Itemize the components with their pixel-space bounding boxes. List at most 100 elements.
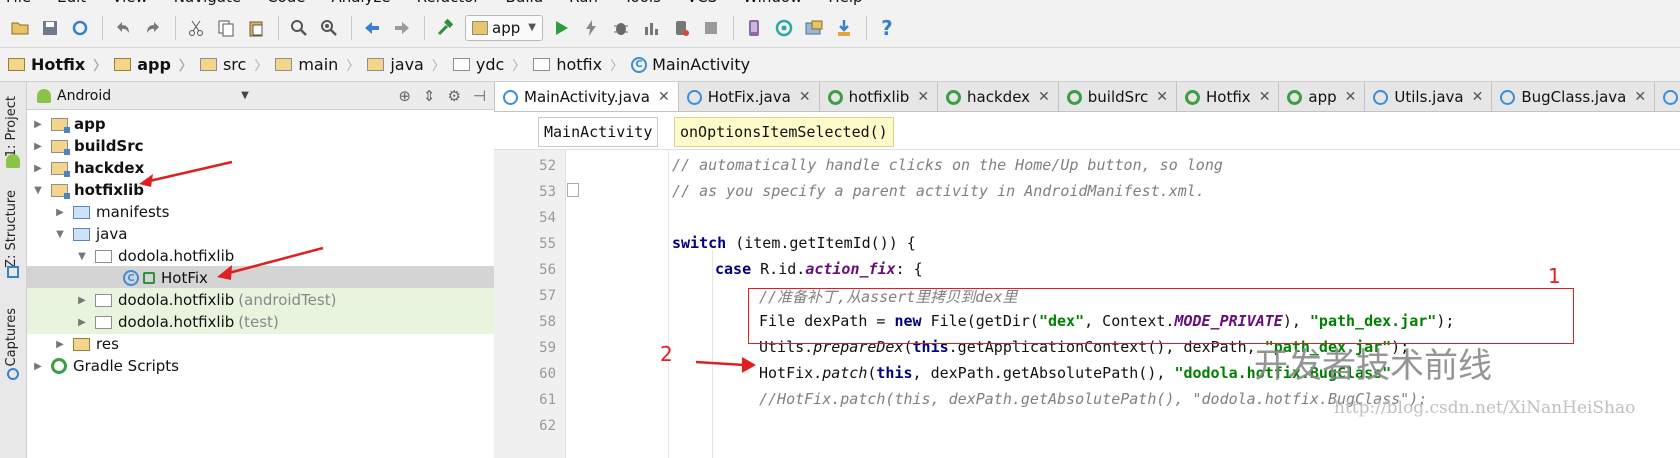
menu-item-file[interactable]: File	[6, 0, 31, 6]
collapse-arrow-icon[interactable]: ▼	[31, 185, 45, 196]
side-tab-project[interactable]: 1: Project	[4, 96, 19, 157]
copy-icon[interactable]	[212, 14, 240, 42]
build-hammer-icon[interactable]	[431, 14, 459, 42]
close-icon[interactable]: ✕	[799, 89, 811, 105]
tree-item-hotfixlib[interactable]: ▼ hotfixlib	[27, 178, 494, 202]
tab-app[interactable]: app ✕	[1279, 82, 1366, 111]
gear-icon[interactable]: ⚙	[447, 87, 460, 105]
close-icon[interactable]: ✕	[1634, 89, 1646, 105]
menu-item-vcs[interactable]: VCS	[687, 0, 717, 6]
expand-arrow-icon[interactable]: ▶	[75, 317, 89, 328]
close-icon[interactable]: ✕	[1038, 89, 1050, 105]
breadcrumb-separator-icon: 〉	[254, 59, 268, 74]
expand-arrow-icon[interactable]: ▶	[31, 141, 45, 152]
tab-hotfix[interactable]: Hotfix ✕	[1177, 82, 1280, 111]
find-icon[interactable]	[285, 14, 313, 42]
forward-icon[interactable]	[388, 14, 416, 42]
collapse-arrow-icon[interactable]: ▼	[75, 251, 89, 262]
help-icon[interactable]: ?	[873, 14, 901, 42]
back-icon[interactable]	[358, 14, 386, 42]
tree-item-hackdex[interactable]: ▶ hackdex	[27, 156, 494, 180]
tree-item-manifests[interactable]: ▶ manifests	[27, 200, 494, 224]
open-folder-icon[interactable]	[6, 14, 34, 42]
attach-debugger-icon[interactable]	[667, 14, 695, 42]
tree-item-gradle-scripts[interactable]: ▶ Gradle Scripts	[27, 354, 494, 378]
tree-item-app[interactable]: ▶ app	[27, 112, 494, 136]
cut-icon[interactable]	[182, 14, 210, 42]
breadcrumb-item-main[interactable]: main 〉	[275, 48, 367, 82]
expand-arrow-icon[interactable]: ▶	[53, 339, 67, 350]
expand-arrow-icon[interactable]: ▶	[31, 361, 45, 372]
close-icon[interactable]: ✕	[1345, 89, 1357, 105]
expand-arrow-icon[interactable]: ▶	[75, 295, 89, 306]
breadcrumb-item-java[interactable]: java 〉	[367, 48, 453, 82]
tab-lo[interactable]: Lo	[1655, 82, 1680, 111]
apply-changes-icon[interactable]	[577, 14, 605, 42]
tab-bugclass-java[interactable]: BugClass.java ✕	[1492, 82, 1656, 111]
android-module-icon	[472, 20, 488, 35]
chevron-down-icon[interactable]: ▼	[241, 90, 249, 101]
project-structure-icon[interactable]	[800, 14, 828, 42]
collapse-all-icon[interactable]: ⇕	[423, 87, 436, 105]
sync-gradle-icon[interactable]	[770, 14, 798, 42]
menu-item-navigate[interactable]: Navigate	[174, 0, 241, 6]
project-view-mode[interactable]: Android	[57, 88, 111, 104]
close-icon[interactable]: ✕	[658, 89, 670, 105]
tree-item-package-androidtest[interactable]: ▶ dodola.hotfixlib (androidTest)	[27, 288, 494, 312]
redo-icon[interactable]	[139, 14, 167, 42]
menu-item-help[interactable]: Help	[828, 0, 862, 6]
side-tab-captures[interactable]: Captures	[4, 308, 19, 366]
tab-hackdex[interactable]: hackdex ✕	[938, 82, 1059, 111]
breadcrumb-item-hotfix[interactable]: Hotfix 〉	[8, 48, 114, 82]
profile-icon[interactable]	[637, 14, 665, 42]
debug-icon[interactable]	[607, 14, 635, 42]
menu-item-run[interactable]: Run	[569, 0, 598, 6]
project-view-header[interactable]: Android ▼ ⊕ ⇕ ⚙ ⊣	[27, 82, 494, 110]
class-icon	[1373, 89, 1389, 105]
sync-icon[interactable]	[66, 14, 94, 42]
tab-hotfix-java[interactable]: HotFix.java ✕	[679, 82, 820, 111]
side-tab-structure[interactable]: Z: Structure	[4, 190, 19, 268]
menu-item-tools[interactable]: Tools	[624, 0, 661, 6]
tree-item-suffix: (androidTest)	[238, 291, 337, 309]
tab-buildsrc[interactable]: buildSrc ✕	[1059, 82, 1178, 111]
close-icon[interactable]: ✕	[1259, 89, 1271, 105]
tab-mainactivity-java[interactable]: MainActivity.java ✕	[495, 82, 679, 111]
expand-arrow-icon[interactable]: ▶	[31, 163, 45, 174]
breadcrumb-item-hotfix[interactable]: hotfix 〉	[533, 48, 631, 82]
collapse-arrow-icon[interactable]: ▼	[53, 229, 67, 240]
breadcrumb-item-ydc[interactable]: ydc 〉	[452, 48, 533, 82]
undo-icon[interactable]	[109, 14, 137, 42]
expand-arrow-icon[interactable]: ▶	[53, 207, 67, 218]
save-icon[interactable]	[36, 14, 64, 42]
replace-icon[interactable]	[315, 14, 343, 42]
run-icon[interactable]	[547, 14, 575, 42]
menu-item-analyze[interactable]: Analyze	[331, 0, 390, 6]
close-icon[interactable]: ✕	[917, 89, 929, 105]
breadcrumb-item-src[interactable]: src 〉	[199, 48, 275, 82]
avd-manager-icon[interactable]	[740, 14, 768, 42]
menu-item-window[interactable]: Window	[743, 0, 802, 6]
tab-hotfixlib[interactable]: hotfixlib ✕	[820, 82, 939, 111]
expand-arrow-icon[interactable]: ▶	[31, 119, 45, 130]
menu-item-view[interactable]: View	[112, 0, 148, 6]
hide-panel-icon[interactable]: ⊣	[473, 87, 486, 105]
breadcrumb-item-app[interactable]: app 〉	[114, 48, 200, 82]
tree-item-java[interactable]: ▼ java	[27, 222, 494, 246]
tree-item-buildsrc[interactable]: ▶ buildSrc	[27, 134, 494, 158]
paste-icon[interactable]	[242, 14, 270, 42]
tab-utils-java[interactable]: Utils.java ✕	[1365, 82, 1493, 111]
breadcrumb-item-mainactivity[interactable]: C MainActivity	[631, 48, 758, 82]
menu-item-edit[interactable]: Edit	[57, 0, 86, 6]
tree-item-package-test[interactable]: ▶ dodola.hotfixlib (test)	[27, 310, 494, 334]
close-icon[interactable]: ✕	[1156, 89, 1168, 105]
close-icon[interactable]: ✕	[1472, 89, 1484, 105]
sdk-manager-icon[interactable]	[830, 14, 858, 42]
stop-icon[interactable]	[697, 14, 725, 42]
menu-item-refactor[interactable]: Refactor	[417, 0, 480, 6]
menu-item-build[interactable]: Build	[506, 0, 544, 6]
tree-item-res[interactable]: ▶ res	[27, 332, 494, 356]
scroll-from-source-icon[interactable]: ⊕	[398, 87, 411, 105]
run-configuration-select[interactable]: app ▼	[465, 14, 543, 41]
menu-item-code[interactable]: Code	[267, 0, 305, 6]
